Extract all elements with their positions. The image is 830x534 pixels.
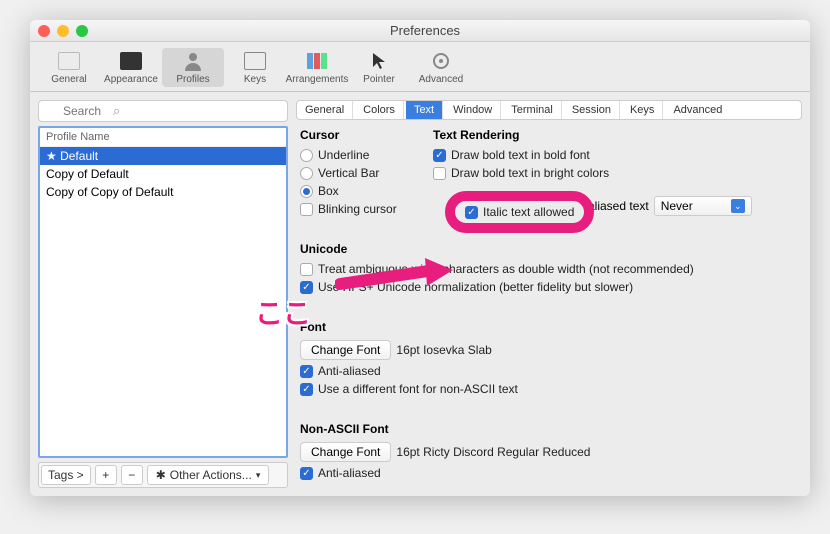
profile-row-default[interactable]: ★ Default [40,147,286,165]
aliased-text-row: aliased text Never ⌄ [433,196,798,216]
sliders-icon [56,50,82,72]
traffic-lights [38,25,88,37]
change-nonascii-font-button[interactable]: Change Font [300,442,391,462]
add-profile-button[interactable]: + [95,465,117,485]
ambiguous-width-checkbox[interactable]: Treat ambiguous-width characters as doub… [300,262,798,276]
cursor-section: Cursor Underline Vertical Bar Box Blinki… [300,128,415,216]
nonascii-anti-aliased-checkbox[interactable]: Anti-aliased [300,466,798,480]
chevron-down-icon: ▾ [256,470,261,481]
text-settings-content: Cursor Underline Vertical Bar Box Blinki… [296,120,802,488]
subtab-advanced[interactable]: Advanced [665,101,730,119]
keyboard-icon [242,50,268,72]
minimize-button[interactable] [57,25,69,37]
toolbar-appearance[interactable]: Appearance [100,48,162,87]
toolbar-advanced[interactable]: Advanced [410,48,472,87]
current-nonascii-font-label: 16pt Ricty Discord Regular Reduced [396,445,590,459]
bright-colors-checkbox[interactable]: Draw bold text in bright colors [433,166,798,180]
aliased-label: aliased text [588,199,649,213]
person-icon [180,50,206,72]
font-row: Change Font 16pt Iosevka Slab [300,340,798,360]
nonascii-font-section: Non-ASCII Font Change Font 16pt Ricty Di… [300,422,798,480]
zoom-button[interactable] [76,25,88,37]
toolbar-keys[interactable]: Keys [224,48,286,87]
close-button[interactable] [38,25,50,37]
profile-row[interactable]: Copy of Copy of Default [40,183,286,201]
text-rendering-title: Text Rendering [433,128,798,142]
other-actions-button[interactable]: ✱ Other Actions... ▾ [147,465,270,485]
cursor-box-radio[interactable]: Box [300,184,415,198]
search-icon: ⌕ [113,103,120,119]
profile-actions-bar: Tags > + − ✱ Other Actions... ▾ [38,462,288,488]
nonascii-title: Non-ASCII Font [300,422,798,436]
toolbar-profiles[interactable]: Profiles [162,48,224,87]
gear-icon: ✱ [156,468,166,482]
titlebar: Preferences [30,20,810,42]
cursor-title: Cursor [300,128,415,142]
subtab-general[interactable]: General [297,101,353,119]
toolbar-arrangements[interactable]: Arrangements [286,48,348,87]
chevron-updown-icon: ⌄ [731,199,745,213]
blinking-cursor-checkbox[interactable]: Blinking cursor [300,202,415,216]
body: ここ ⌕ Profile Name ★ Default Copy of Defa… [30,92,810,496]
window-title: Preferences [88,23,762,38]
aliased-select[interactable]: Never ⌄ [654,196,752,216]
search-input[interactable] [38,100,288,122]
unicode-title: Unicode [300,242,798,256]
preferences-window: Preferences General Appearance Profiles … [30,20,810,496]
bold-font-checkbox[interactable]: Draw bold text in bold font [433,148,798,162]
toolbar-general[interactable]: General [38,48,100,87]
subtab-keys[interactable]: Keys [622,101,663,119]
remove-profile-button[interactable]: − [121,465,143,485]
sub-tabs: General Colors Text Window Terminal Sess… [296,100,802,120]
text-rendering-section: Text Rendering Draw bold text in bold fo… [433,128,798,216]
profile-row[interactable]: Copy of Default [40,165,286,183]
nonascii-font-row: Change Font 16pt Ricty Discord Regular R… [300,442,798,462]
main-toolbar: General Appearance Profiles Keys Arrange… [30,42,810,92]
subtab-session[interactable]: Session [564,101,620,119]
sidebar: ⌕ Profile Name ★ Default Copy of Default… [38,100,288,488]
windows-icon [304,50,330,72]
unicode-section: Unicode Treat ambiguous-width characters… [300,242,798,294]
cursor-underline-radio[interactable]: Underline [300,148,415,162]
font-section: Font Change Font 16pt Iosevka Slab Anti-… [300,320,798,396]
gear-icon [428,50,454,72]
toolbar-pointer[interactable]: Pointer [348,48,410,87]
subtab-terminal[interactable]: Terminal [503,101,562,119]
font-title: Font [300,320,798,334]
cursor-verticalbar-radio[interactable]: Vertical Bar [300,166,415,180]
settings-pane: General Colors Text Window Terminal Sess… [296,100,802,488]
profile-list-header: Profile Name [40,128,286,147]
subtab-colors[interactable]: Colors [355,101,404,119]
tags-button[interactable]: Tags > [41,465,91,485]
anti-aliased-checkbox[interactable]: Anti-aliased [300,364,798,378]
subtab-text[interactable]: Text [406,101,443,119]
hfs-normalization-checkbox[interactable]: Use HFS+ Unicode normalization (better f… [300,280,798,294]
search-wrap: ⌕ [38,100,288,122]
cursor-icon [366,50,392,72]
monitor-icon [118,50,144,72]
different-font-checkbox[interactable]: Use a different font for non-ASCII text [300,382,798,396]
subtab-window[interactable]: Window [445,101,501,119]
profile-list[interactable]: Profile Name ★ Default Copy of Default C… [38,126,288,458]
current-font-label: 16pt Iosevka Slab [396,343,491,357]
change-font-button[interactable]: Change Font [300,340,391,360]
